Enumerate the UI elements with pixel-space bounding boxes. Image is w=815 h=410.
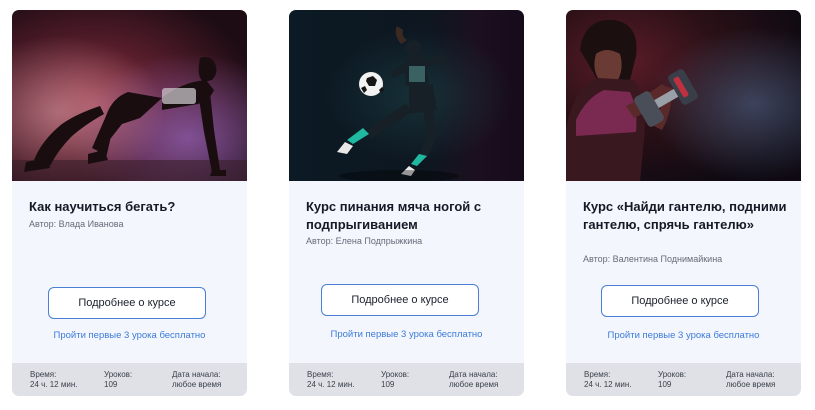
course-duration: Время: 24 ч. 12 мин. [307,370,354,390]
start-label: Дата начала: [726,370,775,379]
course-start: Дата начала: любое время [726,370,775,390]
duration-value: 24 ч. 12 мин. [584,380,632,389]
free-lessons-link[interactable]: Пройти первые 3 урока бесплатно [566,330,801,341]
course-details-button[interactable]: Подробнее о курсе [48,287,206,319]
course-card-soccer: Курс пинания мяча ногой с подпрыгиванием… [289,10,524,396]
course-start: Дата начала: любое время [449,370,498,390]
start-value: любое время [172,380,222,389]
course-card-dumbbell: Курс «Найди гантелю, подними гантелю, сп… [566,10,801,396]
course-title: Как научиться бегать? [29,199,176,214]
course-details-button[interactable]: Подробнее о курсе [321,284,479,316]
dumbbell-photo [566,10,801,181]
course-details-button[interactable]: Подробнее о курсе [601,285,759,317]
soccer-photo [289,10,524,181]
lessons-label: Уроков: [658,370,687,379]
course-author: Автор: Влада Иванова [29,219,124,229]
start-label: Дата начала: [449,370,498,379]
free-lessons-link[interactable]: Пройти первые 3 урока бесплатно [12,330,247,341]
course-info-bar: Время: 24 ч. 12 мин. Уроков: 109 Дата на… [566,363,801,396]
duration-label: Время: [584,370,611,379]
course-card-running: Как научиться бегать? Автор: Влада Ивано… [12,10,247,396]
course-lessons: Уроков: 109 [104,370,132,390]
course-duration: Время: 24 ч. 12 мин. [30,370,77,390]
lessons-value: 109 [381,380,395,389]
start-value: любое время [726,380,776,389]
start-label: Дата начала: [172,370,221,379]
course-lessons: Уроков: 109 [381,370,409,390]
duration-label: Время: [30,370,57,379]
lessons-value: 109 [658,380,672,389]
lessons-value: 109 [104,380,118,389]
runner-photo [12,10,247,181]
duration-value: 24 ч. 12 мин. [307,380,355,389]
course-author: Автор: Валентина Поднимайкина [583,254,723,264]
free-lessons-link[interactable]: Пройти первые 3 урока бесплатно [289,329,524,340]
course-author: Автор: Елена Подпрыжкина [306,236,423,246]
course-lessons: Уроков: 109 [658,370,686,390]
duration-label: Время: [307,370,334,379]
course-start: Дата начала: любое время [172,370,221,390]
lessons-label: Уроков: [381,370,410,379]
course-info-bar: Время: 24 ч. 12 мин. Уроков: 109 Дата на… [289,363,524,396]
lessons-label: Уроков: [104,370,133,379]
course-title: Курс «Найди гантелю, подними гантелю, сп… [583,199,787,232]
course-duration: Время: 24 ч. 12 мин. [584,370,631,390]
start-value: любое время [449,380,499,389]
duration-value: 24 ч. 12 мин. [30,380,78,389]
course-info-bar: Время: 24 ч. 12 мин. Уроков: 109 Дата на… [12,363,247,396]
course-title: Курс пинания мяча ногой с подпрыгиванием [306,199,482,232]
